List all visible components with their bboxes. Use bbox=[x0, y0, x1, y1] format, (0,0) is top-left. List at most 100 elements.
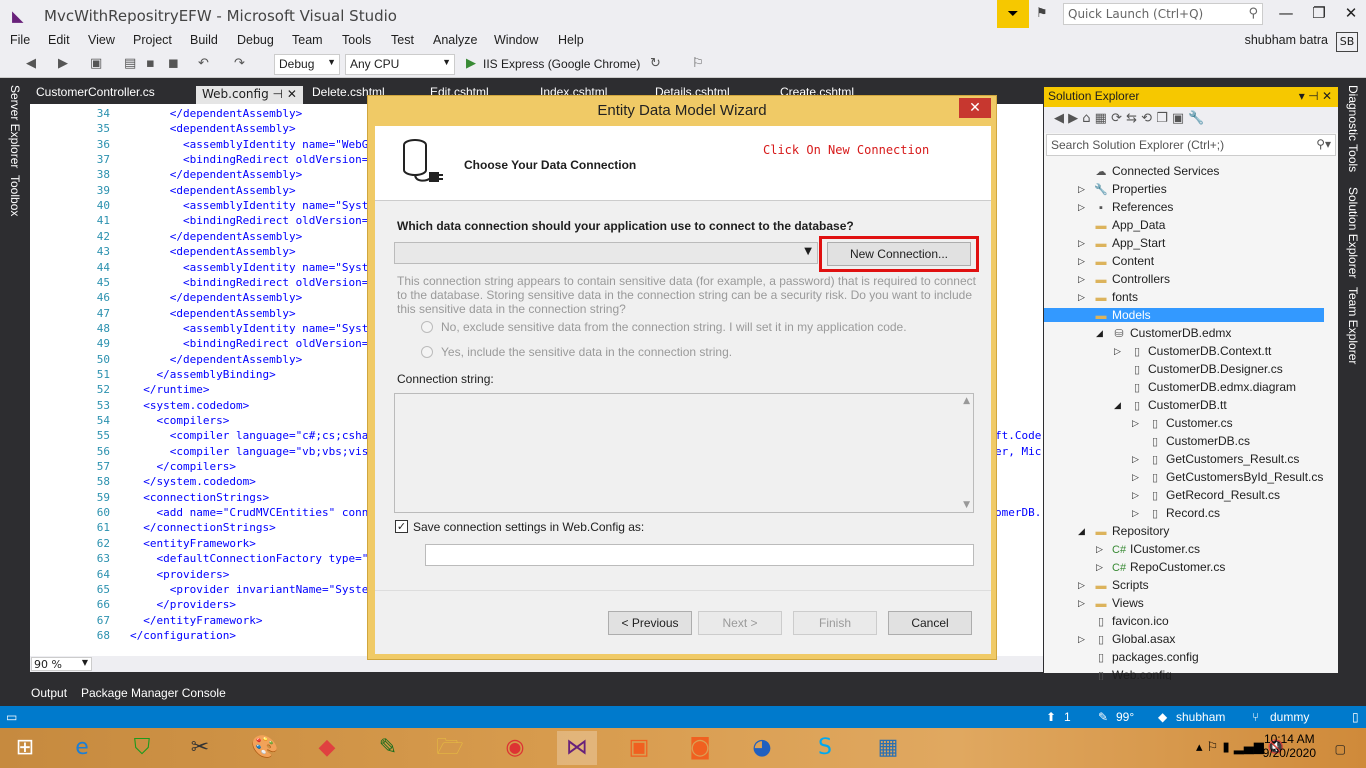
new-project-icon[interactable]: ▣ bbox=[90, 56, 102, 71]
tree-item[interactable]: ▯ CustomerDB.Designer.cs bbox=[1130, 362, 1283, 376]
photos-icon[interactable]: ▦ bbox=[868, 731, 908, 765]
run-target-button[interactable]: IIS Express (Google Chrome) bbox=[483, 57, 640, 71]
tree-item[interactable]: ▯ packages.config bbox=[1094, 650, 1199, 664]
tree-item[interactable]: ▯ CustomerDB.Context.tt bbox=[1130, 344, 1271, 358]
back-icon[interactable]: ◀ ▶ ⌂ ▦ bbox=[1054, 111, 1111, 126]
tree-item[interactable]: 🔧 Properties bbox=[1094, 182, 1167, 196]
tools-app-icon[interactable]: ✂ bbox=[180, 731, 220, 765]
menu-team[interactable]: Team bbox=[292, 33, 323, 47]
tree-expander-icon[interactable]: ▷ bbox=[1114, 347, 1121, 357]
tree-expander-icon[interactable]: ▷ bbox=[1132, 473, 1139, 483]
tree-item[interactable]: ▬ Scripts bbox=[1094, 578, 1149, 592]
radio-exclude-sensitive[interactable]: No, exclude sensitive data from the conn… bbox=[421, 320, 907, 334]
tree-item[interactable]: C# ICustomer.cs bbox=[1112, 542, 1200, 556]
tree-expander-icon[interactable]: ▷ bbox=[1078, 203, 1085, 213]
new-connection-button[interactable]: New Connection... bbox=[827, 242, 971, 266]
tree-expander-icon[interactable]: ▷ bbox=[1132, 491, 1139, 501]
connection-string-textarea[interactable]: ▲ ▼ bbox=[394, 393, 974, 513]
tree-item[interactable]: ▬ fonts bbox=[1094, 290, 1139, 304]
tree-expander-icon[interactable]: ▷ bbox=[1078, 635, 1085, 645]
save-icon[interactable]: ▪ bbox=[146, 56, 155, 71]
platform-select[interactable]: Any CPU ▼ bbox=[345, 54, 455, 75]
tree-expander-icon[interactable]: ▷ bbox=[1132, 455, 1139, 465]
tree-item[interactable]: ▯ Record.cs bbox=[1148, 506, 1220, 520]
store-icon[interactable]: ⛉ bbox=[122, 731, 162, 765]
notifications-icon[interactable]: ▢ bbox=[1335, 742, 1346, 756]
open-icon[interactable]: ▤ bbox=[124, 56, 136, 71]
team-explorer-tab[interactable]: Team Explorer bbox=[1346, 287, 1360, 364]
tree-item[interactable]: ▬ Models bbox=[1044, 308, 1324, 322]
tree-expander-icon[interactable]: ▷ bbox=[1078, 293, 1085, 303]
status-branch[interactable]: dummy bbox=[1270, 710, 1309, 724]
menu-build[interactable]: Build bbox=[190, 33, 218, 47]
tree-item[interactable]: ▯ Customer.cs bbox=[1148, 416, 1233, 430]
tree-item[interactable]: ▯ Global.asax bbox=[1094, 632, 1175, 646]
tab-customercontroller[interactable]: CustomerController.cs bbox=[36, 85, 155, 99]
toolbox-tab[interactable]: Toolbox bbox=[8, 175, 22, 216]
tree-item[interactable]: C# RepoCustomer.cs bbox=[1112, 560, 1225, 574]
menu-debug[interactable]: Debug bbox=[237, 33, 274, 47]
system-clock[interactable]: 10:14 AM 9/20/2020 bbox=[1263, 732, 1316, 760]
feedback-icon[interactable]: ⚑ bbox=[1036, 6, 1048, 21]
browser-link-icon[interactable]: ⚐ bbox=[692, 56, 704, 71]
wrench-icon[interactable]: 🔧 bbox=[1188, 111, 1204, 126]
zoom-select[interactable]: 90 % ▼ bbox=[31, 657, 92, 671]
dialog-close-button[interactable]: ✕ bbox=[959, 98, 991, 118]
tree-expander-icon[interactable]: ▷ bbox=[1078, 275, 1085, 285]
tree-expander-icon[interactable]: ▷ bbox=[1132, 509, 1139, 519]
solution-explorer-tab[interactable]: Solution Explorer bbox=[1346, 187, 1360, 278]
save-all-icon[interactable]: ◼ bbox=[168, 56, 179, 71]
publish-icon[interactable]: ⬆ bbox=[1046, 710, 1056, 724]
tree-expander-icon[interactable]: ▷ bbox=[1078, 599, 1085, 609]
menu-test[interactable]: Test bbox=[391, 33, 414, 47]
menu-tools[interactable]: Tools bbox=[342, 33, 371, 47]
connection-select[interactable]: ▼ bbox=[394, 242, 818, 264]
tree-item[interactable]: ▯ GetRecord_Result.cs bbox=[1148, 488, 1280, 502]
skype-icon[interactable]: S bbox=[805, 731, 845, 765]
snip-icon[interactable]: ▣ bbox=[619, 731, 659, 765]
cancel-button[interactable]: Cancel bbox=[888, 611, 972, 635]
tree-expander-icon[interactable]: ▷ bbox=[1078, 257, 1085, 267]
pin-icon[interactable]: ⊣ bbox=[273, 87, 283, 101]
menu-window[interactable]: Window bbox=[494, 33, 538, 47]
tree-expander-icon[interactable]: ▷ bbox=[1078, 185, 1085, 195]
menu-project[interactable]: Project bbox=[133, 33, 172, 47]
tree-item[interactable]: ▯ CustomerDB.edmx.diagram bbox=[1130, 380, 1296, 394]
tree-expander-icon[interactable]: ▷ bbox=[1096, 563, 1103, 573]
tree-expander-icon[interactable]: ▷ bbox=[1096, 545, 1103, 555]
avatar[interactable]: SB bbox=[1336, 32, 1358, 52]
camera-icon[interactable]: ◙ bbox=[680, 731, 720, 765]
outlook-icon[interactable]: ◕ bbox=[742, 731, 782, 765]
tree-expander-icon[interactable]: ▷ bbox=[1078, 239, 1085, 249]
previous-button[interactable]: < Previous bbox=[608, 611, 692, 635]
tree-item[interactable]: ▯ GetCustomers_Result.cs bbox=[1148, 452, 1299, 466]
finish-button[interactable]: Finish bbox=[793, 611, 877, 635]
back-icon[interactable]: ◀ bbox=[26, 56, 36, 71]
tree-expander-icon[interactable]: ◢ bbox=[1096, 329, 1103, 339]
notification-flag-icon[interactable]: ⏷ bbox=[997, 0, 1029, 28]
scroll-down-icon[interactable]: ▼ bbox=[963, 500, 970, 510]
tree-item[interactable]: ▬ App_Data bbox=[1094, 218, 1166, 232]
entity-name-input[interactable] bbox=[425, 544, 974, 566]
menu-edit[interactable]: Edit bbox=[48, 33, 70, 47]
tree-expander-icon[interactable]: ▷ bbox=[1132, 419, 1139, 429]
visual-studio-icon[interactable]: ⋈ bbox=[557, 731, 597, 765]
close-window-button[interactable]: ✕ bbox=[1337, 4, 1365, 24]
solution-search-input[interactable]: Search Solution Explorer (Ctrl+;) ⚲▾ bbox=[1046, 134, 1336, 156]
tree-item[interactable]: ▬ Repository bbox=[1094, 524, 1170, 538]
close-icon[interactable]: ▾ ⊣ ✕ bbox=[1299, 89, 1332, 103]
tree-item[interactable]: ▯ CustomerDB.tt bbox=[1130, 398, 1227, 412]
status-repo[interactable]: shubham bbox=[1176, 710, 1225, 724]
menu-analyze[interactable]: Analyze bbox=[433, 33, 477, 47]
windows-start-icon[interactable]: ⊞ bbox=[5, 731, 45, 765]
tree-item[interactable]: ▯ GetCustomersById_Result.cs bbox=[1148, 470, 1323, 484]
configuration-select[interactable]: Debug ▼ bbox=[274, 54, 340, 75]
paint-icon[interactable]: 🎨 bbox=[245, 731, 285, 765]
quick-launch-input[interactable]: Quick Launch (Ctrl+Q) ⚲ bbox=[1063, 3, 1263, 25]
tree-item[interactable]: ▬ Views bbox=[1094, 596, 1144, 610]
menu-view[interactable]: View bbox=[88, 33, 115, 47]
tree-expander-icon[interactable]: ▷ bbox=[1078, 581, 1085, 591]
tree-expander-icon[interactable]: ◢ bbox=[1114, 401, 1121, 411]
tree-item[interactable]: ▯ favicon.ico bbox=[1094, 614, 1169, 628]
tree-item[interactable]: ☁ Connected Services bbox=[1094, 164, 1220, 178]
